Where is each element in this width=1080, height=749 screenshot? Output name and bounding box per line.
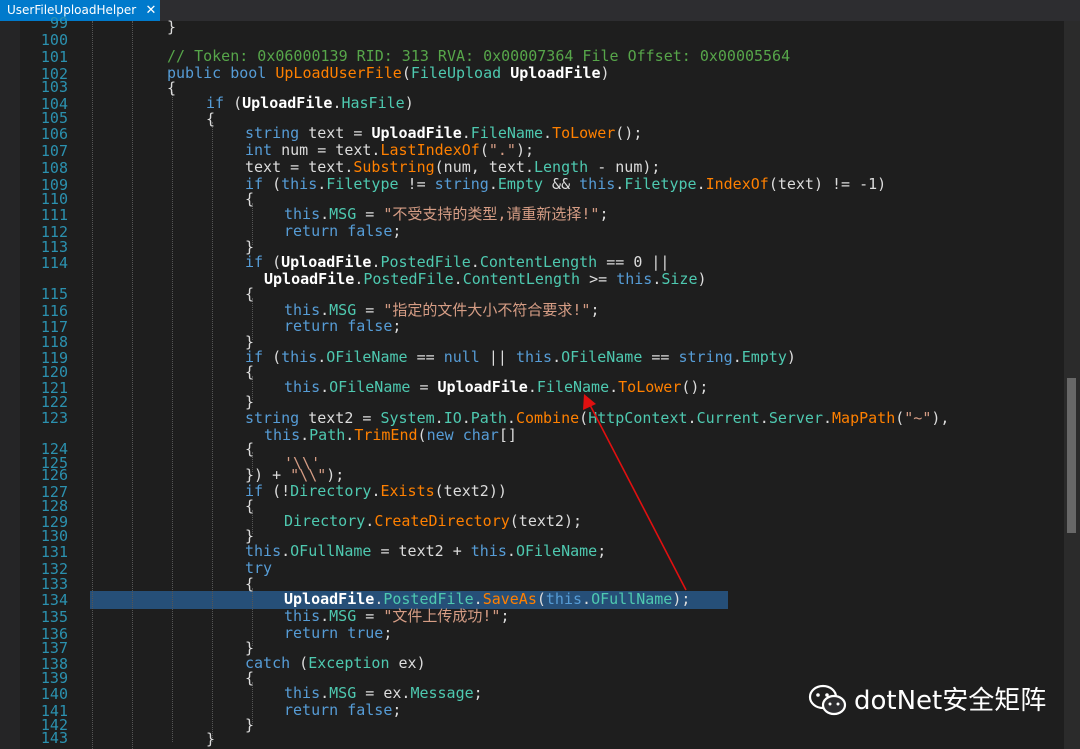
- arrow-shaft: [589, 404, 687, 591]
- arrow-head: [583, 394, 596, 410]
- wechat-icon: [808, 684, 847, 716]
- watermark-text: dotNet安全矩阵: [854, 686, 1047, 716]
- annotation-arrow: [583, 394, 687, 591]
